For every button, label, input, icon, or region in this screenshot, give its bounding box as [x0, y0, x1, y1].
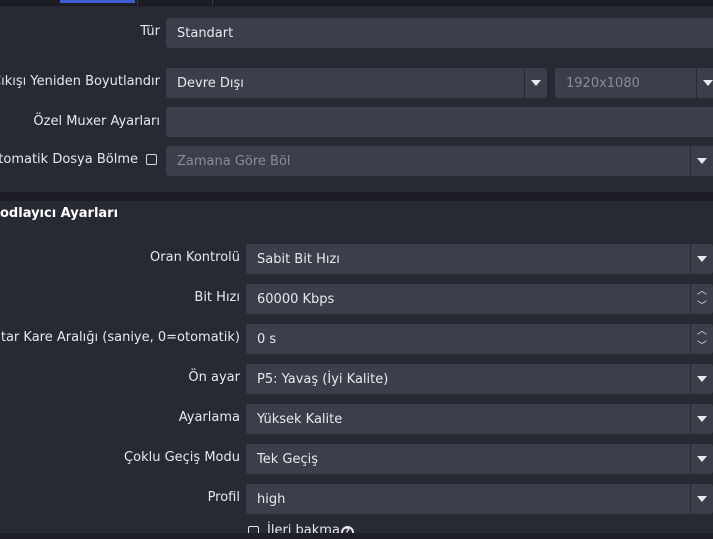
profile-label: Profil [207, 490, 240, 505]
type-label: Tür [140, 24, 160, 39]
multipass-label: Çoklu Geçiş Modu [124, 450, 240, 465]
preset-label: Ön ayar [188, 370, 240, 385]
bitrate-label: Bit Hızı [194, 290, 240, 305]
tab-separator [137, 0, 138, 5]
split-mode-value: Zamana Göre Böl [177, 153, 291, 169]
chevron-down-icon [696, 68, 713, 98]
tab-active-indicator [60, 0, 135, 3]
multipass-select[interactable]: Tek Geçiş [246, 444, 713, 474]
rate-control-label: Oran Kontrolü [150, 250, 240, 265]
rate-control-value: Sabit Bit Hızı [257, 251, 340, 267]
tuning-select[interactable]: Yüksek Kalite [246, 404, 713, 434]
chevron-down-icon[interactable] [690, 244, 713, 274]
custom-muxer-label: Özel Muxer Ayarları [33, 114, 160, 129]
multipass-value: Tek Geçiş [257, 451, 318, 467]
keyframe-interval-value: 0 s [257, 331, 277, 347]
rescale-resolution-select: 1920x1080 [555, 68, 713, 98]
profile-value: high [257, 491, 286, 507]
rate-control-select[interactable]: Sabit Bit Hızı [246, 244, 713, 274]
chevron-down-icon[interactable]: ﹀ [697, 341, 707, 352]
chevron-down-icon[interactable] [690, 444, 713, 474]
chevron-down-icon[interactable] [524, 68, 547, 98]
keyframe-interval-label: Anahtar Kare Aralığı (saniye, 0=otomatik… [0, 330, 240, 345]
bitrate-value: 60000 Kbps [257, 291, 335, 307]
preset-value: P5: Yavaş (İyi Kalite) [257, 371, 389, 387]
chevron-down-icon[interactable] [690, 404, 713, 434]
rescale-resolution-value: 1920x1080 [566, 75, 640, 91]
chevron-down-icon [690, 146, 713, 176]
rescale-output-value: Devre Dışı [177, 75, 244, 91]
panel-gap [0, 192, 713, 201]
section-title: odlayıcı Ayarları [0, 206, 119, 221]
tab-separator [212, 0, 213, 5]
bottom-edge [0, 533, 713, 539]
chevron-up-icon[interactable]: ︿ [697, 286, 707, 297]
rescale-output-label: Çıkışı Yeniden Boyutlandır [0, 74, 160, 89]
preset-select[interactable]: P5: Yavaş (İyi Kalite) [246, 364, 713, 394]
auto-split-label: Otomatik Dosya Bölme [0, 152, 138, 167]
type-field[interactable]: Standart [166, 18, 713, 48]
type-value: Standart [177, 25, 234, 41]
spin-buttons[interactable]: ︿ ﹀ [690, 324, 713, 354]
rescale-output-select[interactable]: Devre Dışı [166, 68, 547, 98]
bitrate-spinbox[interactable]: 60000 Kbps ︿ ﹀ [246, 284, 713, 314]
auto-split-checkbox[interactable] [146, 154, 157, 165]
keyframe-interval-spinbox[interactable]: 0 s ︿ ﹀ [246, 324, 713, 354]
spin-buttons[interactable]: ︿ ﹀ [690, 284, 713, 314]
tuning-label: Ayarlama [178, 410, 240, 425]
split-mode-select: Zamana Göre Böl [166, 146, 713, 176]
chevron-down-icon[interactable] [690, 364, 713, 394]
profile-select[interactable]: high [246, 484, 713, 514]
chevron-down-icon[interactable]: ﹀ [697, 301, 707, 312]
custom-muxer-input[interactable] [166, 107, 713, 137]
tuning-value: Yüksek Kalite [257, 411, 343, 427]
chevron-down-icon[interactable] [690, 484, 713, 514]
chevron-up-icon[interactable]: ︿ [697, 326, 707, 337]
